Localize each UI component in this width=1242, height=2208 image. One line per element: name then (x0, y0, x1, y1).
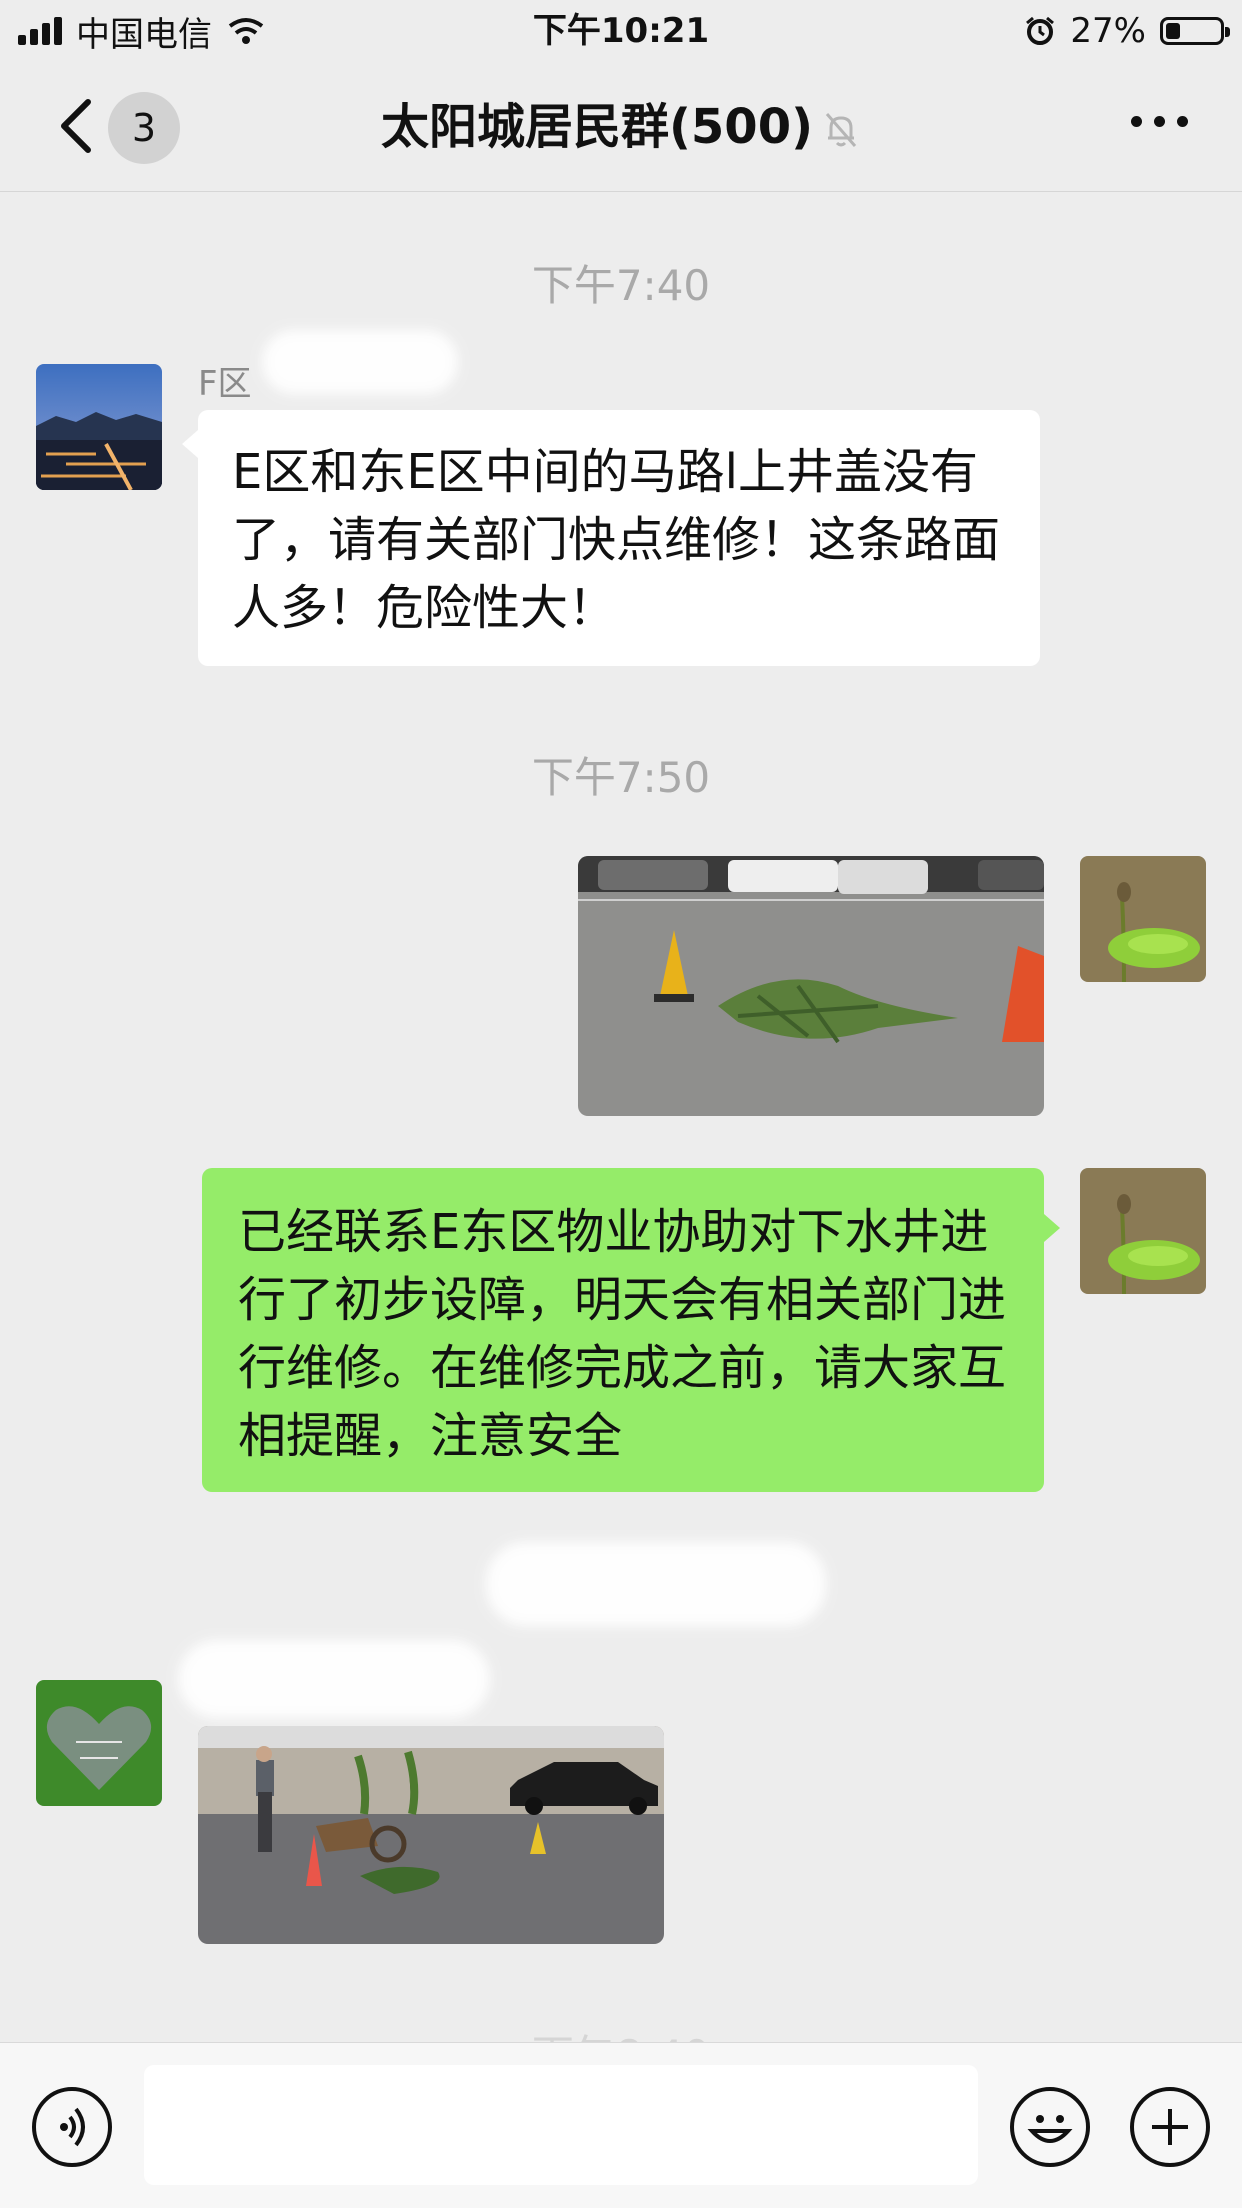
message-bubble[interactable]: 已经联系E东区物业协助对下水井进行了初步设障，明天会有相关部门进行维修。在维修完… (202, 1168, 1044, 1492)
message-text: E区和东E区中间的马路l上井盖没有了，请有关部门快点维修！这条路面人多！危险性大… (232, 444, 1001, 636)
battery-icon (1160, 17, 1230, 45)
plus-icon[interactable] (1130, 2087, 1210, 2167)
alarm-icon (1026, 16, 1055, 45)
more-dots-icon[interactable] (1131, 116, 1188, 127)
message-input[interactable] (144, 2065, 978, 2185)
photo-message[interactable] (578, 856, 1044, 1116)
message-text: 已经联系E东区物业协助对下水井进行了初步设障，明天会有相关部门进行维修。在维修完… (238, 1204, 1007, 1464)
group-name: 太阳城居民群(500) (380, 99, 814, 155)
status-bar: 中国电信 下午10:21 27% (0, 0, 1242, 62)
timestamp: 下午7:50 (531, 753, 711, 802)
photo-message[interactable] (198, 1726, 664, 1944)
battery-percent: 27% (1070, 11, 1146, 51)
bell-slash-icon (825, 113, 857, 147)
chat-header: 3 太阳城居民群(500) (0, 62, 1242, 192)
avatar[interactable] (36, 1680, 162, 1806)
redaction (262, 330, 458, 394)
redaction (178, 1640, 490, 1718)
voice-icon[interactable] (32, 2087, 112, 2167)
group-title: 太阳城居民群(500) (0, 94, 1242, 160)
avatar[interactable] (36, 364, 162, 490)
message-bubble[interactable]: E区和东E区中间的马路l上井盖没有了，请有关部门快点维修！这条路面人多！危险性大… (198, 410, 1040, 666)
avatar[interactable] (1080, 856, 1206, 982)
timestamp: 下午7:40 (531, 261, 711, 310)
emoji-icon[interactable] (1010, 2087, 1090, 2167)
sender-name: F区 (198, 364, 252, 404)
input-bar (0, 2042, 1242, 2208)
avatar[interactable] (1080, 1168, 1206, 1294)
redaction (486, 1542, 826, 1626)
